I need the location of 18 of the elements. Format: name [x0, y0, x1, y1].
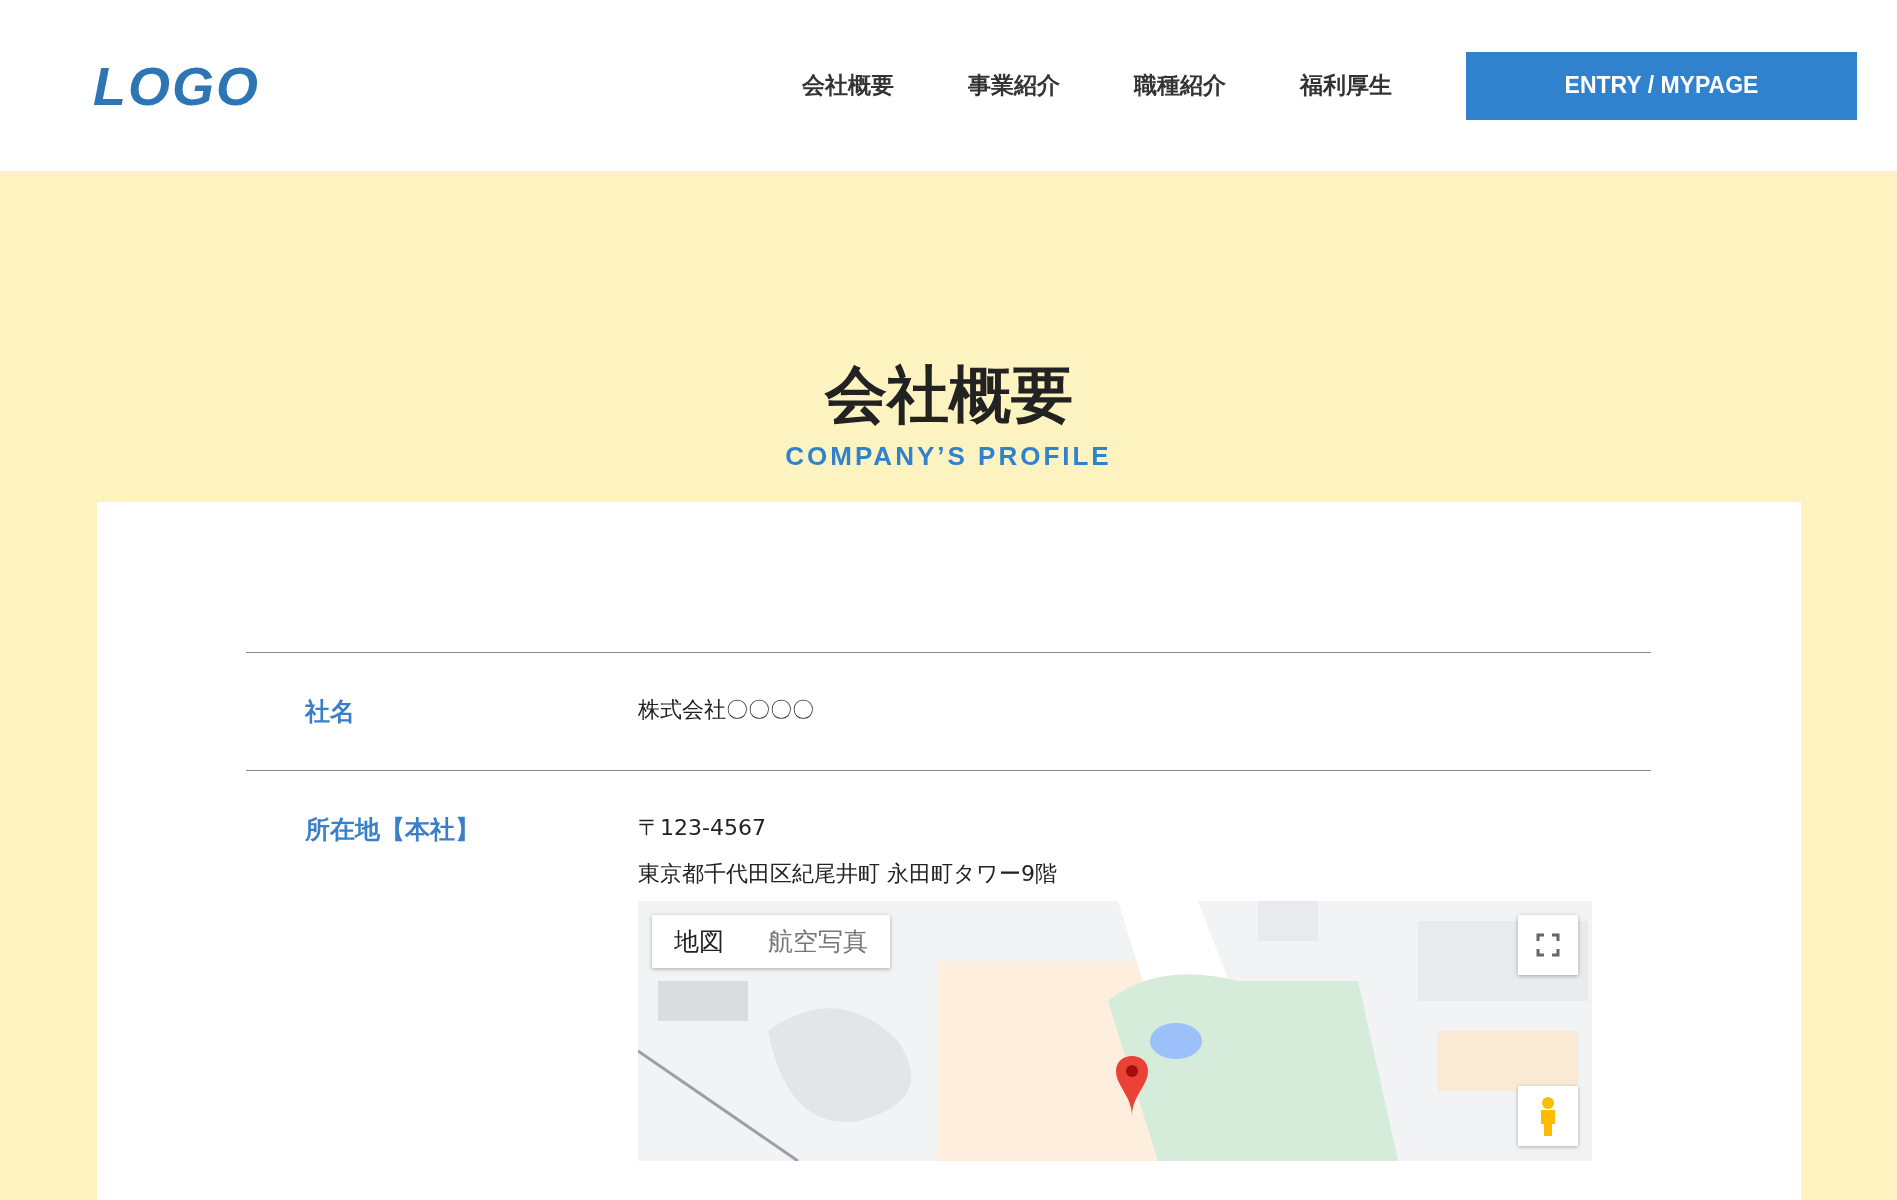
row-label: 所在地【本社】 — [305, 814, 481, 847]
row-value: 東京都千代田区紀尾井町 永田町タワー9階 — [638, 860, 1058, 889]
map-type-tab[interactable]: 地図 — [652, 915, 746, 969]
fullscreen-button[interactable] — [1518, 915, 1578, 976]
page-subtitle: COMPANY’S PROFILE — [785, 441, 1112, 473]
map-type-tab[interactable]: 航空写真 — [746, 915, 890, 969]
person-icon — [1538, 1096, 1558, 1137]
logo[interactable]: LOGO — [93, 54, 260, 117]
entry-button[interactable]: ENTRY / MYPAGE — [1466, 51, 1857, 120]
row-value: 〒123-4567 — [638, 814, 767, 843]
nav-link[interactable]: 会社概要 — [802, 70, 894, 101]
nav-link[interactable]: 職種紹介 — [1134, 70, 1226, 101]
page-title: 会社概要 — [824, 361, 1073, 430]
row-value: 株式会社〇〇〇〇 — [638, 696, 814, 725]
nav-link[interactable]: 事業紹介 — [968, 70, 1060, 101]
nav-link[interactable]: 福利厚生 — [1300, 70, 1392, 101]
fullscreen-icon — [1536, 933, 1560, 958]
row-label: 社名 — [305, 696, 356, 729]
